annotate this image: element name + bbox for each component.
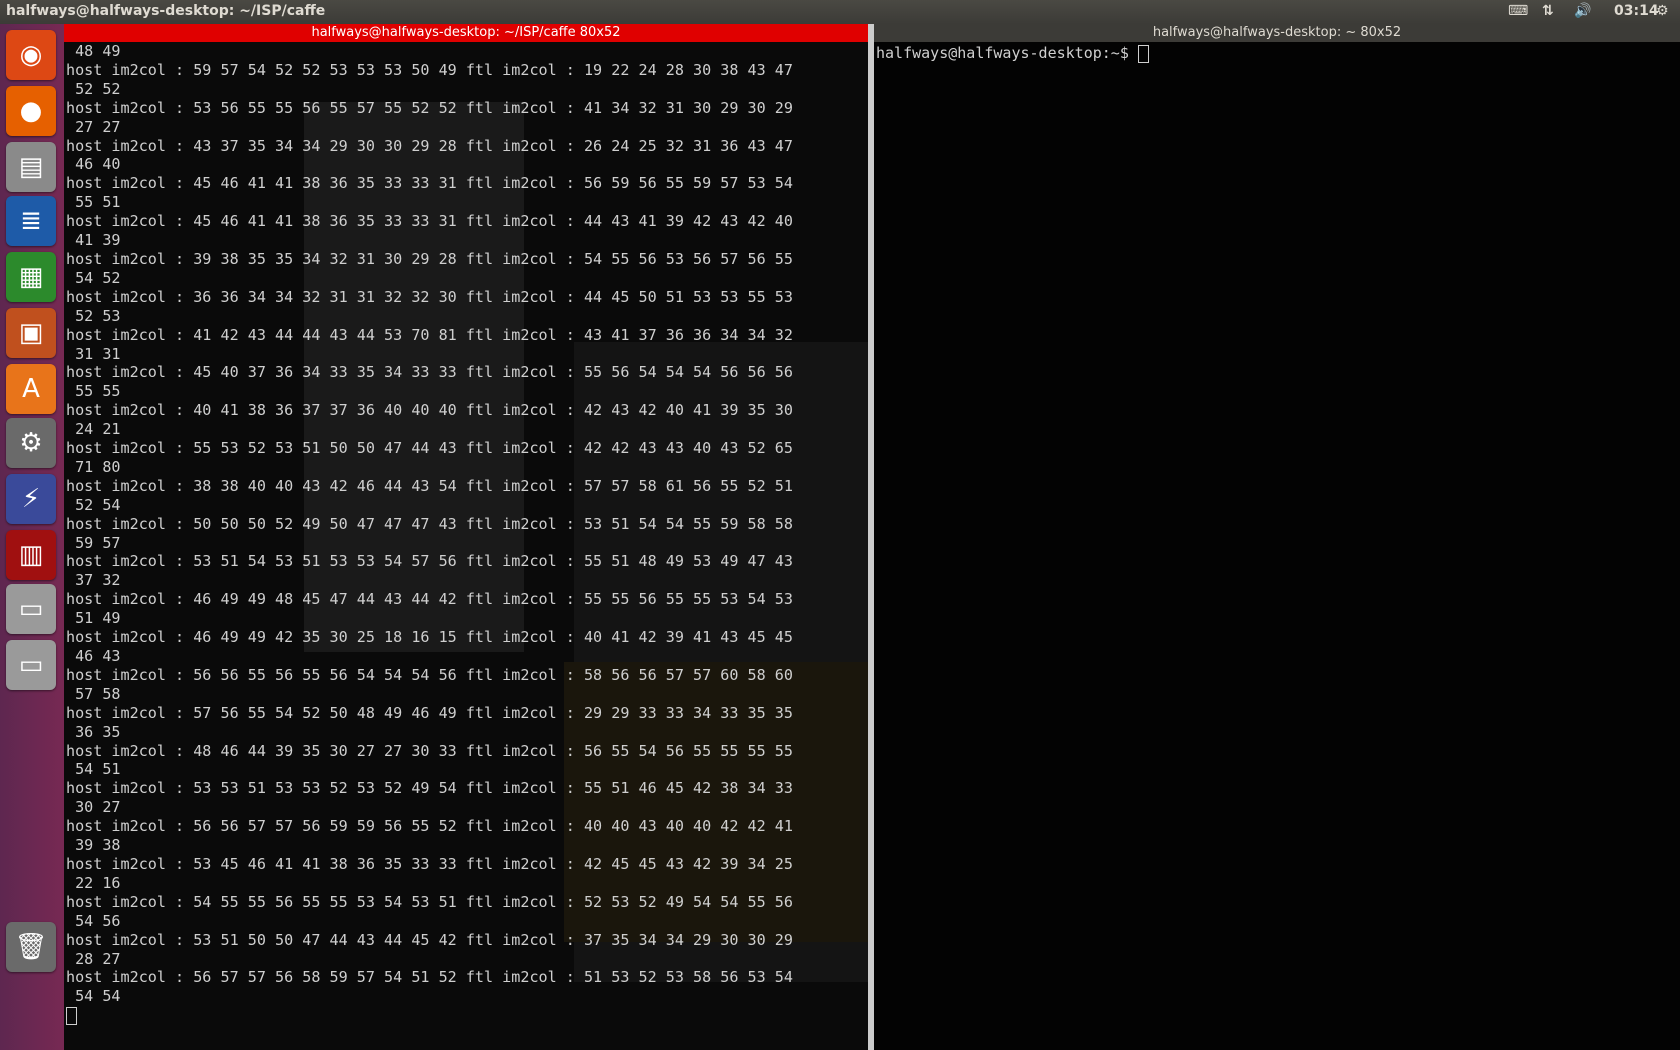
terminal-line: 22 16	[75, 873, 121, 892]
network-icon[interactable]: ⇅	[1542, 3, 1554, 19]
terminal-line: 52 54	[75, 495, 121, 514]
terminal-line: 54 56	[75, 911, 121, 930]
active-window-title: halfways@halfways-desktop: ~/ISP/caffe	[6, 3, 326, 19]
terminal-line: host im2col : 46 49 49 42 35 30 25 18 16…	[66, 628, 793, 647]
terminal-line: host im2col : 40 41 38 36 37 37 36 40 40…	[66, 401, 793, 420]
terminal-line: host im2col : 53 56 55 55 56 55 57 55 52…	[66, 98, 793, 117]
terminal-line: 51 49	[75, 609, 121, 628]
terminal-line: host im2col : 38 38 40 40 43 42 46 44 43…	[66, 476, 793, 495]
terminal-line: host im2col : 55 53 52 53 51 50 50 47 44…	[66, 439, 793, 458]
launcher-calc-icon[interactable]: ▦	[6, 252, 56, 302]
launcher-terminal-app-icon[interactable]: ▥	[6, 530, 56, 580]
terminal-line: host im2col : 36 36 34 34 32 31 31 32 32…	[66, 287, 793, 306]
launcher-ubuntu-dash-icon[interactable]: ◉	[6, 30, 56, 80]
volume-icon[interactable]: 🔊	[1574, 3, 1591, 19]
terminal-line: host im2col : 46 49 49 48 45 47 44 43 44…	[66, 590, 793, 609]
terminal-line: 54 52	[75, 268, 121, 287]
launcher-disk2-icon[interactable]: ▭	[6, 640, 56, 690]
terminal-window-right[interactable]: halfways@halfways-desktop: ~ 80x52 halfw…	[874, 24, 1680, 1050]
terminal-line: 30 27	[75, 798, 121, 817]
launcher-writer-icon[interactable]: ≣	[6, 196, 56, 246]
terminal-line: host im2col : 39 38 35 35 34 32 31 30 29…	[66, 249, 793, 268]
launcher-files-icon[interactable]: ▤	[6, 142, 56, 192]
text-cursor	[66, 1006, 77, 1025]
terminal-line: 55 51	[75, 193, 121, 212]
terminal-titlebar-right[interactable]: halfways@halfways-desktop: ~ 80x52	[874, 24, 1680, 42]
terminal-line: host im2col : 53 53 51 53 53 52 53 52 49…	[66, 779, 793, 798]
window-title: halfways@halfways-desktop: ~/ISP/caffe 8…	[311, 25, 621, 40]
launcher: ◉ ● ▤ ≣ ▦ ▣ A ⚙ ⚡ ▥ ▭ ▭ 🗑	[0, 24, 64, 1050]
keyboard-icon[interactable]: ⌨	[1508, 3, 1528, 19]
terminal-line: host im2col : 59 57 54 52 52 53 53 53 50…	[66, 60, 793, 79]
terminal-line: host im2col : 56 56 55 56 55 56 54 54 54…	[66, 665, 793, 684]
launcher-firefox-icon[interactable]: ●	[6, 86, 56, 136]
terminal-line: host im2col : 53 51 54 53 51 53 53 54 57…	[66, 552, 793, 571]
terminal-line: host im2col : 43 37 35 34 34 29 30 30 29…	[66, 136, 793, 155]
terminal-line: 36 35	[75, 722, 121, 741]
top-panel: halfways@halfways-desktop: ~/ISP/caffe ⌨…	[0, 0, 1680, 24]
terminal-line: host im2col : 54 55 55 56 55 55 53 54 53…	[66, 892, 793, 911]
terminal-line: 59 57	[75, 533, 121, 552]
terminal-line: host im2col : 56 56 57 57 56 59 59 56 55…	[66, 817, 793, 836]
terminal-line: 27 27	[75, 117, 121, 136]
launcher-trash-icon[interactable]: 🗑	[6, 922, 56, 972]
terminal-line: 54 54	[75, 987, 121, 1006]
terminal-line: 46 40	[75, 155, 121, 174]
terminal-line: 52 52	[75, 79, 121, 98]
launcher-settings-icon[interactable]: ⚙	[6, 418, 56, 468]
terminal-line: 41 39	[75, 231, 121, 250]
terminal-line: host im2col : 56 57 57 56 58 59 57 54 51…	[66, 968, 793, 987]
terminal-line: 71 80	[75, 457, 121, 476]
terminal-line: host im2col : 45 46 41 41 38 36 35 33 33…	[66, 174, 793, 193]
window-title-right: halfways@halfways-desktop: ~ 80x52	[1152, 25, 1402, 40]
shell-prompt[interactable]: halfways@halfways-desktop:~$	[876, 44, 1149, 63]
launcher-software-center-icon[interactable]: A	[6, 364, 56, 414]
prompt-text: halfways@halfways-desktop:~$	[876, 44, 1138, 62]
session-gear-icon[interactable]: ⚙	[1656, 3, 1669, 19]
terminal-titlebar[interactable]: halfways@halfways-desktop: ~/ISP/caffe 8…	[64, 24, 868, 42]
terminal-line: host im2col : 53 45 46 41 41 38 36 35 33…	[66, 854, 793, 873]
launcher-network-icon[interactable]: ⚡	[6, 474, 56, 524]
terminal-line: 24 21	[75, 420, 121, 439]
terminal-output: 48 49 host im2col : 59 57 54 52 52 53 53…	[66, 42, 793, 1025]
terminal-line: 37 32	[75, 571, 121, 590]
terminal-line: host im2col : 50 50 50 52 49 50 47 47 47…	[66, 514, 793, 533]
terminal-line: 52 53	[75, 306, 121, 325]
clock[interactable]: 03:14	[1614, 3, 1659, 19]
terminal-line: 39 38	[75, 836, 121, 855]
terminal-line: host im2col : 48 46 44 39 35 30 27 27 30…	[66, 741, 793, 760]
launcher-impress-icon[interactable]: ▣	[6, 308, 56, 358]
terminal-line: host im2col : 41 42 43 44 44 43 44 53 70…	[66, 325, 793, 344]
terminal-line: host im2col : 53 51 50 50 47 44 43 44 45…	[66, 930, 793, 949]
terminal-window-left[interactable]: halfways@halfways-desktop: ~/ISP/caffe 8…	[64, 24, 868, 1050]
terminal-line: 31 31	[75, 344, 121, 363]
launcher-disk1-icon[interactable]: ▭	[6, 584, 56, 634]
terminal-line: host im2col : 45 46 41 41 38 36 35 33 33…	[66, 212, 793, 231]
terminal-line: host im2col : 57 56 55 54 52 50 48 49 46…	[66, 703, 793, 722]
terminal-line: 54 51	[75, 760, 121, 779]
terminal-line: host im2col : 45 40 37 36 34 33 35 34 33…	[66, 363, 793, 382]
terminal-line: 46 43	[75, 647, 121, 665]
terminal-line: 48 49	[75, 42, 121, 60]
text-cursor	[1137, 44, 1149, 63]
terminal-line: 28 27	[75, 949, 121, 968]
terminal-line: 55 55	[75, 382, 121, 401]
terminal-line: 57 58	[75, 684, 121, 703]
